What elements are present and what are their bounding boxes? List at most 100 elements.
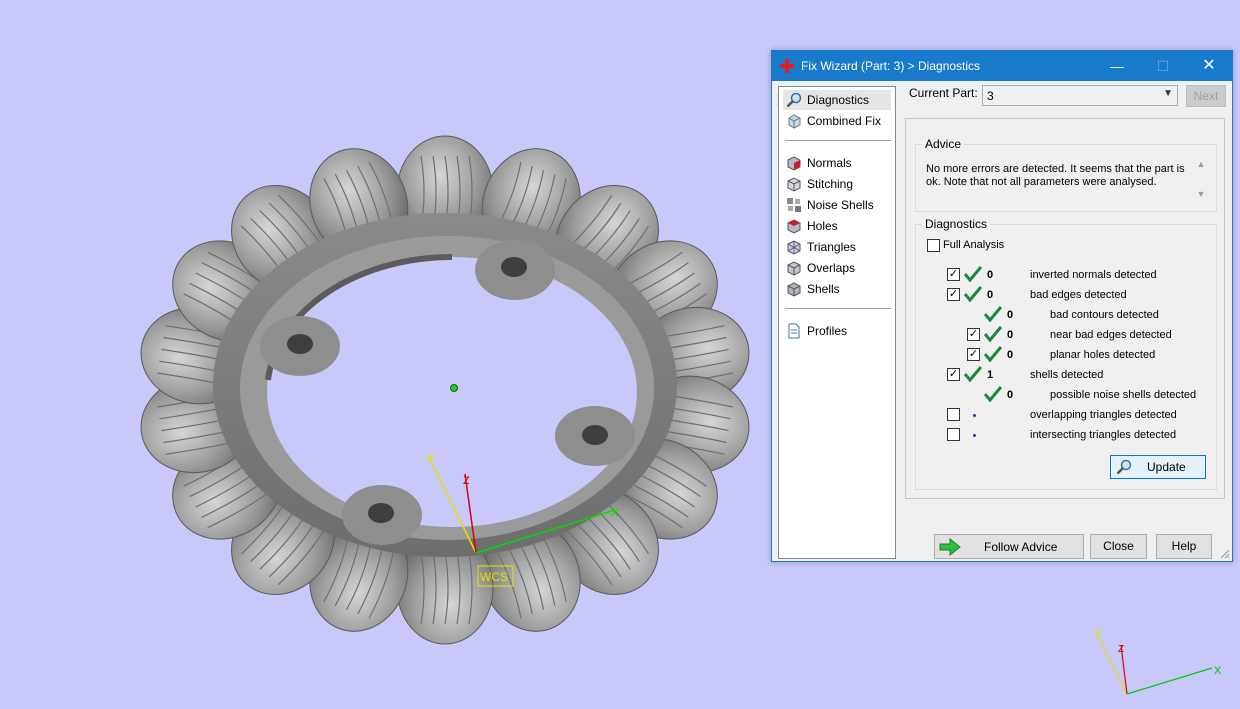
shells-count: 1 — [987, 369, 994, 381]
noise-shells-icon — [787, 198, 801, 212]
normals-icon — [787, 156, 801, 171]
overlapping-triangles-checkbox[interactable] — [947, 408, 960, 421]
wcs-label: WCS — [480, 570, 508, 584]
orient-y-label: Y — [1095, 628, 1102, 639]
nav-item-noise-shells[interactable]: Noise Shells — [783, 195, 891, 215]
green-check-icon — [964, 366, 982, 383]
shells-label: shells detected — [1030, 369, 1104, 381]
magnifier-icon — [1116, 459, 1132, 475]
mounting-boss — [260, 316, 340, 376]
advice-group: Advice No more errors are detected. It s… — [915, 137, 1217, 212]
intersecting-triangles-label: intersecting triangles detected — [1030, 429, 1177, 441]
nav-item-stitching[interactable]: Stitching — [783, 174, 891, 194]
nav-label: Profiles — [807, 324, 848, 338]
overlapping-triangles-label: overlapping triangles detected — [1030, 409, 1177, 421]
follow-advice-label: Follow Advice — [984, 540, 1058, 554]
mounting-boss — [342, 485, 422, 545]
bad-edges-checkbox[interactable]: ✓ — [947, 288, 960, 301]
title-bar[interactable]: Fix Wizard (Part: 3) > Diagnostics — ☐ ✕ — [772, 51, 1232, 81]
wizard-nav-list: Diagnostics Combined Fix Normals Stitchi… — [778, 86, 896, 559]
green-check-icon — [964, 266, 982, 283]
nav-item-overlaps[interactable]: Overlaps — [783, 258, 891, 278]
inverted-normals-label: inverted normals detected — [1030, 269, 1157, 281]
near-bad-edges-count: 0 — [1007, 329, 1014, 341]
green-check-icon — [984, 326, 1002, 343]
green-check-icon — [964, 286, 982, 303]
triangles-icon — [787, 240, 801, 255]
bad-contours-label: bad contours detected — [1050, 309, 1159, 321]
follow-advice-button[interactable]: Follow Advice — [934, 534, 1084, 559]
orient-z-label: Z — [1118, 644, 1124, 655]
stitching-icon — [787, 177, 801, 192]
nav-label: Combined Fix — [807, 114, 882, 128]
profiles-icon — [788, 323, 800, 339]
nav-label: Stitching — [807, 177, 854, 191]
nav-item-profiles[interactable]: Profiles — [783, 321, 891, 341]
nav-label: Triangles — [807, 240, 856, 254]
chevron-down-icon: ▼ — [1163, 88, 1173, 99]
mounting-boss — [475, 240, 555, 300]
current-part-label: Current Part: — [909, 86, 978, 100]
nav-item-triangles[interactable]: Triangles — [783, 237, 891, 257]
near-bad-edges-label: near bad edges detected — [1050, 329, 1172, 341]
intersecting-triangles-checkbox[interactable] — [947, 428, 960, 441]
nav-separator — [785, 308, 891, 309]
green-check-icon — [984, 346, 1002, 363]
inverted-normals-checkbox[interactable]: ✓ — [947, 268, 960, 281]
planar-holes-checkbox[interactable]: ✓ — [967, 348, 980, 361]
close-window-button[interactable]: ✕ — [1186, 51, 1232, 81]
combined-fix-icon — [788, 114, 801, 129]
near-bad-edges-checkbox[interactable]: ✓ — [967, 328, 980, 341]
nav-item-combined-fix[interactable]: Combined Fix — [783, 111, 891, 131]
fix-wizard-dialog: Fix Wizard (Part: 3) > Diagnostics — ☐ ✕… — [771, 50, 1233, 562]
nav-label: Normals — [807, 156, 852, 170]
bad-edges-label: bad edges detected — [1030, 289, 1127, 301]
wcs-z-label: Z — [463, 475, 470, 487]
bad-edges-count: 0 — [987, 289, 994, 301]
advice-text: No more errors are detected. It seems th… — [926, 163, 1185, 188]
part-3d-model[interactable] — [133, 135, 756, 645]
nav-item-shells[interactable]: Shells — [783, 279, 891, 299]
shells-icon — [787, 282, 801, 297]
nav-item-diagnostics[interactable]: Diagnostics — [783, 90, 891, 110]
overlaps-icon — [787, 261, 801, 276]
next-button[interactable]: Next — [1186, 85, 1226, 107]
diagnostics-group: Diagnostics Full Analysis ✓ 0 inverted n… — [915, 217, 1217, 490]
pending-dot-icon — [973, 434, 976, 437]
wcs-x-label: X — [611, 507, 619, 519]
nav-item-normals[interactable]: Normals — [783, 153, 891, 173]
orientation-triad: Y Z X — [1094, 628, 1222, 695]
noise-shells-label: possible noise shells detected — [1050, 389, 1197, 401]
inverted-normals-count: 0 — [987, 269, 994, 281]
magnifier-icon — [786, 92, 802, 108]
nav-separator — [785, 140, 891, 141]
wcs-y-label: Y — [428, 452, 436, 464]
green-check-icon — [984, 306, 1002, 323]
planar-holes-label: planar holes detected — [1050, 349, 1156, 361]
holes-icon — [787, 219, 801, 234]
minimize-button[interactable]: — — [1094, 51, 1140, 81]
nav-item-holes[interactable]: Holes — [783, 216, 891, 236]
full-analysis-checkbox[interactable] — [927, 239, 940, 252]
full-analysis-label: Full Analysis — [943, 239, 1005, 251]
advice-title: Advice — [922, 137, 965, 151]
resize-grip-icon[interactable] — [1220, 549, 1230, 559]
close-button[interactable]: Close — [1090, 534, 1147, 559]
maximize-button[interactable]: ☐ — [1140, 51, 1186, 81]
current-part-value: 3 — [987, 89, 994, 103]
advice-scrollbar[interactable]: ▲ ▼ — [1194, 159, 1208, 205]
orient-x-label: X — [1214, 665, 1222, 677]
update-button[interactable]: Update — [1110, 455, 1206, 479]
nav-label: Shells — [807, 282, 840, 296]
window-title: Fix Wizard (Part: 3) > Diagnostics — [801, 59, 981, 73]
current-part-select[interactable]: 3 ▼ — [982, 85, 1178, 106]
green-arrow-icon — [939, 538, 961, 556]
pending-dot-icon — [973, 414, 976, 417]
help-button[interactable]: Help — [1156, 534, 1212, 559]
nav-label: Diagnostics — [807, 93, 870, 107]
noise-shells-count: 0 — [1007, 389, 1014, 401]
diagnostics-title: Diagnostics — [922, 217, 991, 231]
nav-label: Overlaps — [807, 261, 856, 275]
shells-checkbox[interactable]: ✓ — [947, 368, 960, 381]
mounting-boss — [555, 406, 635, 466]
